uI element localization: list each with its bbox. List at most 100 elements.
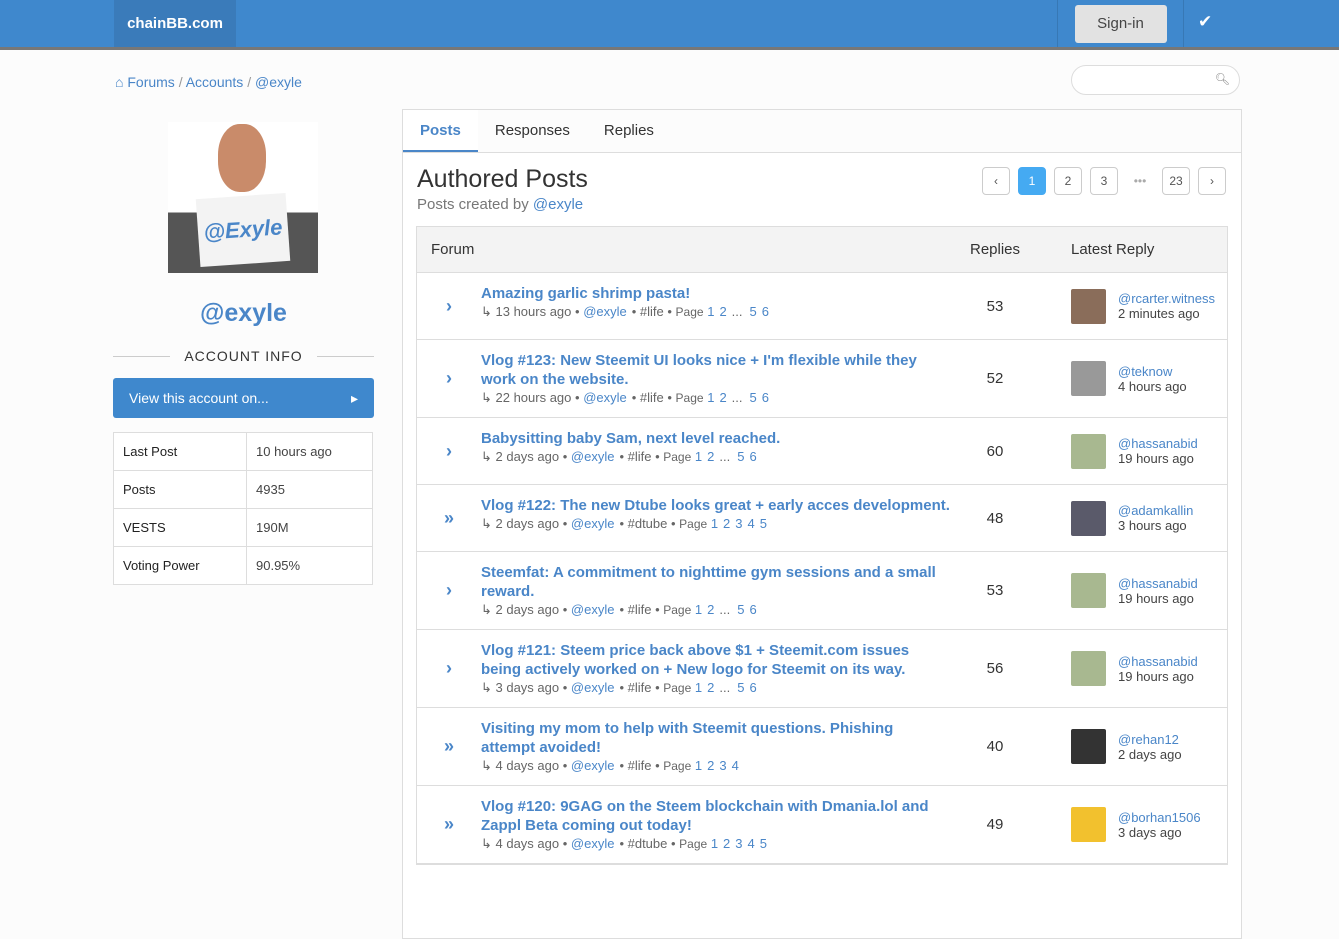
breadcrumb-forums[interactable]: Forums: [127, 74, 174, 90]
post-page-link[interactable]: 3: [719, 758, 726, 773]
page-button[interactable]: 23: [1162, 167, 1190, 195]
post-page-link[interactable]: 1: [711, 516, 718, 531]
page-button[interactable]: 1: [1018, 167, 1046, 195]
post-page-link[interactable]: 5: [737, 449, 744, 464]
post-page-link[interactable]: 3: [735, 516, 742, 531]
view-account-button[interactable]: View this account on... ▸: [113, 378, 374, 418]
chevron-right-icon: ›: [446, 658, 452, 678]
subtitle-user-link[interactable]: @exyle: [533, 196, 583, 213]
post-page-link[interactable]: 4: [732, 758, 739, 773]
page-subtitle: Posts created by @exyle: [417, 196, 584, 213]
page-button[interactable]: ›: [1198, 167, 1226, 195]
post-page-link[interactable]: 1: [707, 390, 714, 405]
post-page-link[interactable]: 6: [762, 304, 769, 319]
reply-user-avatar[interactable]: [1071, 729, 1106, 764]
post-page-link[interactable]: 2: [723, 836, 730, 851]
post-page-link[interactable]: 3: [735, 836, 742, 851]
reply-user-avatar[interactable]: [1071, 500, 1106, 536]
post-page-link[interactable]: 5: [750, 390, 757, 405]
post-author-link[interactable]: @exyle: [583, 304, 627, 319]
post-title-link[interactable]: Vlog #120: 9GAG on the Steem blockchain …: [481, 798, 929, 834]
post-author-link[interactable]: @exyle: [583, 390, 627, 405]
post-page-link[interactable]: 6: [762, 390, 769, 405]
post-page-link[interactable]: 2: [707, 680, 714, 695]
reply-user-link[interactable]: @hassanabid: [1118, 654, 1198, 669]
post-author-link[interactable]: @exyle: [571, 516, 615, 531]
post-page-link[interactable]: 4: [748, 836, 755, 851]
reply-user-link[interactable]: @teknow: [1118, 364, 1187, 379]
reply-user-avatar[interactable]: [1071, 433, 1106, 469]
reply-user-avatar[interactable]: [1071, 651, 1106, 686]
post-author-link[interactable]: @exyle: [571, 602, 615, 617]
post-page-link[interactable]: 1: [707, 304, 714, 319]
reply-user-link[interactable]: @hassanabid: [1118, 576, 1198, 591]
post-page-link[interactable]: 6: [749, 449, 756, 464]
breadcrumb-user[interactable]: @exyle: [255, 74, 302, 90]
reply-user-link[interactable]: @adamkallin: [1118, 503, 1193, 518]
search-input[interactable]: 🔍︎: [1071, 65, 1240, 95]
page-ellipsis: ...: [731, 304, 743, 319]
post-time: ↳ 3 days ago: [481, 680, 560, 695]
post-page-link[interactable]: 1: [695, 449, 702, 464]
reply-user-avatar[interactable]: [1071, 288, 1106, 324]
check-icon[interactable]: ✔: [1198, 12, 1212, 32]
post-title-link[interactable]: Amazing garlic shrimp pasta!: [481, 285, 690, 302]
tab-replies[interactable]: Replies: [587, 110, 671, 152]
post-page-link[interactable]: 6: [749, 602, 756, 617]
post-page-link[interactable]: 1: [695, 680, 702, 695]
post-title-link[interactable]: Visiting my mom to help with Steemit que…: [481, 720, 893, 756]
post-page-link[interactable]: 5: [750, 304, 757, 319]
stat-value: 4935: [246, 470, 373, 509]
post-title-link[interactable]: Vlog #121: Steem price back above $1 + S…: [481, 642, 909, 678]
chevron-right-icon: ›: [446, 440, 452, 461]
post-page-link[interactable]: 2: [719, 304, 726, 319]
post-author-link[interactable]: @exyle: [571, 758, 615, 773]
page-button[interactable]: ‹: [982, 167, 1010, 195]
post-page-link[interactable]: 1: [711, 836, 718, 851]
chevron-right-icon: ›: [446, 368, 452, 388]
post-page-link[interactable]: 5: [737, 680, 744, 695]
post-page-link[interactable]: 1: [695, 758, 702, 773]
post-page-link[interactable]: 1: [695, 602, 702, 617]
breadcrumb-accounts[interactable]: Accounts: [186, 74, 244, 90]
post-title-link[interactable]: Vlog #123: New Steemit UI looks nice + I…: [481, 352, 917, 388]
tab-responses[interactable]: Responses: [478, 110, 587, 152]
home-icon[interactable]: ⌂: [115, 74, 123, 90]
post-page-link[interactable]: 6: [749, 680, 756, 695]
post-page-link[interactable]: 5: [737, 602, 744, 617]
profile-avatar: @Exyle: [168, 122, 318, 273]
reply-user-link[interactable]: @rehan12: [1118, 732, 1182, 747]
reply-count: 49: [986, 816, 1004, 833]
reply-user-avatar[interactable]: [1071, 807, 1106, 842]
post-page-link[interactable]: 2: [719, 390, 726, 405]
page-button[interactable]: 3: [1090, 167, 1118, 195]
breadcrumb: ⌂ Forums / Accounts / @exyle: [115, 74, 302, 90]
post-title-link[interactable]: Babysitting baby Sam, next level reached…: [481, 430, 780, 447]
reply-user-avatar[interactable]: [1071, 361, 1106, 396]
table-row: » Vlog #120: 9GAG on the Steem blockchai…: [417, 786, 1227, 864]
post-page-link[interactable]: 2: [723, 516, 730, 531]
reply-time: 19 hours ago: [1118, 668, 1194, 684]
reply-user-link[interactable]: @borhan1506: [1118, 810, 1201, 825]
post-page-link[interactable]: 2: [707, 758, 714, 773]
post-page-link[interactable]: 4: [748, 516, 755, 531]
brand-link[interactable]: chainBB.com: [114, 0, 236, 47]
post-page-link[interactable]: 5: [760, 836, 767, 851]
post-page-link[interactable]: 5: [760, 516, 767, 531]
posts-table: Forum Replies Latest Reply › Amazing gar…: [416, 226, 1228, 865]
page-button[interactable]: 2: [1054, 167, 1082, 195]
reply-user-link[interactable]: @hassanabid: [1118, 436, 1198, 451]
post-author-link[interactable]: @exyle: [571, 836, 615, 851]
post-title-link[interactable]: Steemfat: A commitment to nighttime gym …: [481, 564, 936, 600]
sign-in-button[interactable]: Sign-in: [1074, 4, 1167, 43]
post-author-link[interactable]: @exyle: [571, 449, 615, 464]
post-title-link[interactable]: Vlog #122: The new Dtube looks great + e…: [481, 497, 950, 514]
posts-panel: Posts Responses Replies Authored Posts P…: [402, 109, 1242, 939]
reply-user-link[interactable]: @rcarter.witness: [1118, 291, 1215, 306]
post-time: ↳ 13 hours ago: [481, 304, 572, 319]
post-page-link[interactable]: 2: [707, 602, 714, 617]
post-page-link[interactable]: 2: [707, 449, 714, 464]
reply-user-avatar[interactable]: [1071, 573, 1106, 608]
tab-posts[interactable]: Posts: [403, 110, 478, 152]
post-author-link[interactable]: @exyle: [571, 680, 615, 695]
